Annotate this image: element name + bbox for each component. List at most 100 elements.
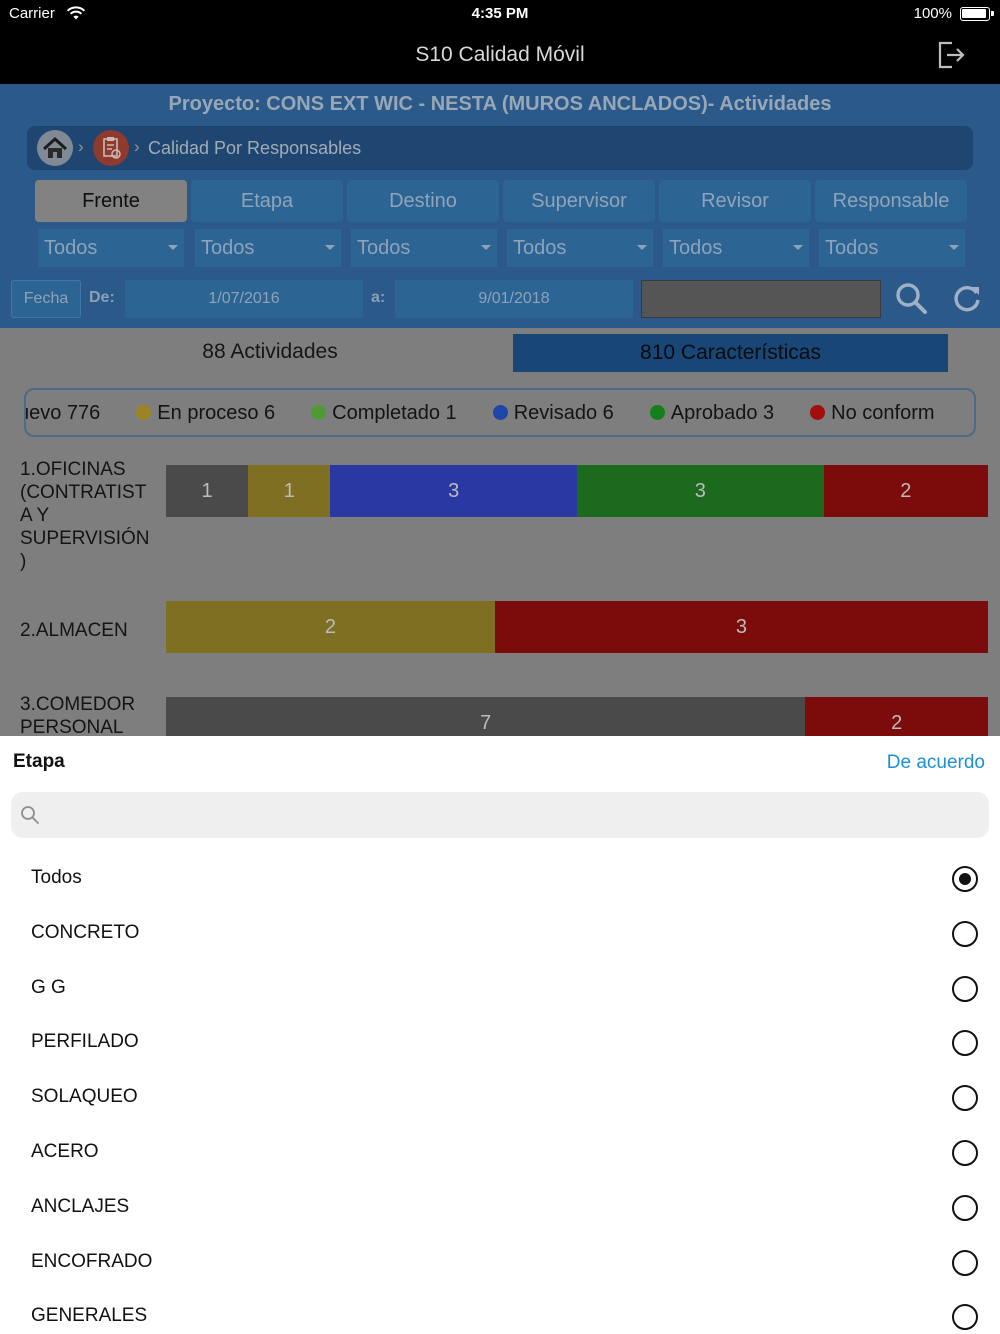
filter-responsable-select[interactable]: Todos bbox=[819, 229, 965, 267]
legend-track: uevo 776 En proceso 6 Completado 1 Revisado… bbox=[26, 402, 971, 425]
picker-option[interactable]: G G bbox=[0, 962, 1000, 1017]
chart-segment-value: 3 bbox=[694, 479, 706, 502]
picker-option-label: ANCLAJES bbox=[31, 1195, 130, 1217]
radio-button-icon[interactable] bbox=[952, 866, 978, 892]
refresh-icon[interactable] bbox=[951, 283, 983, 320]
picker-option-label: CONCRETO bbox=[31, 921, 140, 943]
filter-supervisor-select[interactable]: Todos bbox=[507, 229, 653, 267]
picker-option[interactable]: GENERALES bbox=[0, 1290, 1000, 1334]
chart-segment-value: 2 bbox=[900, 479, 912, 502]
radio-button-icon[interactable] bbox=[952, 975, 978, 1002]
chart-segment-value: 2 bbox=[891, 711, 903, 734]
picker-option[interactable]: CONCRETO bbox=[0, 907, 1000, 962]
filter-value: Todos bbox=[44, 237, 98, 259]
chart-bar-segment[interactable]: 3 bbox=[330, 465, 577, 517]
caret-down-icon bbox=[793, 245, 803, 250]
legend-label: Revisado 6 bbox=[513, 402, 614, 424]
breadcrumb: › › Calidad Por Responsables bbox=[27, 126, 973, 170]
legend-dot bbox=[311, 405, 327, 420]
radio-button-icon[interactable] bbox=[952, 1140, 978, 1166]
filter-value: Todos bbox=[201, 237, 255, 259]
radio-button-icon[interactable] bbox=[952, 1194, 978, 1221]
filter-revisor-select[interactable]: Todos bbox=[663, 229, 809, 267]
date-from-field[interactable]: 1/07/2016 bbox=[125, 280, 363, 318]
picker-option[interactable]: ENCOFRADO bbox=[0, 1236, 1000, 1291]
done-button[interactable]: De acuerdo bbox=[887, 752, 985, 774]
legend-item: No conform bbox=[810, 402, 935, 425]
filter-value: Todos bbox=[669, 237, 723, 259]
filter-etapa-select[interactable]: Todos bbox=[195, 229, 341, 267]
picker-title: Etapa bbox=[13, 751, 65, 772]
chart-segment-value: 7 bbox=[480, 711, 492, 734]
caret-down-icon bbox=[637, 245, 647, 250]
tab-supervisor[interactable]: Supervisor bbox=[503, 180, 655, 222]
chevron-right-icon: › bbox=[134, 137, 140, 156]
caret-down-icon bbox=[168, 245, 178, 250]
chart-bar-segment[interactable]: 2 bbox=[805, 697, 988, 736]
search-icon[interactable] bbox=[894, 281, 928, 320]
chevron-right-icon: › bbox=[78, 137, 84, 156]
home-icon[interactable] bbox=[37, 130, 73, 166]
tab-revisor[interactable]: Revisor bbox=[659, 180, 811, 222]
chart-bar-segment[interactable]: 3 bbox=[494, 601, 988, 653]
status-legend: uevo 776 En proceso 6 Completado 1 Revisado… bbox=[24, 388, 976, 437]
app-content: Proyecto: CONS EXT WIC - NESTA (MUROS AN… bbox=[0, 84, 1000, 736]
legend-label: En proceso 6 bbox=[157, 402, 276, 424]
legend-item: Aprobado 3 bbox=[649, 402, 774, 425]
search-icon bbox=[20, 805, 40, 830]
battery-percentage: 100% bbox=[913, 5, 952, 22]
legend-label: No conform bbox=[831, 402, 935, 424]
date-filter-button[interactable]: Fecha bbox=[11, 280, 81, 318]
chart-bar-segment[interactable]: 2 bbox=[166, 601, 495, 653]
caret-down-icon bbox=[949, 245, 959, 250]
quality-clipboard-icon[interactable] bbox=[93, 130, 129, 166]
chart-bar-segment[interactable]: 3 bbox=[576, 465, 824, 517]
chart-bar[interactable]: 23 bbox=[166, 601, 988, 653]
chart-segment-value: 1 bbox=[283, 479, 295, 502]
chart-row-label: 2.ALMACEN bbox=[20, 620, 128, 641]
picker-option[interactable]: PERFILADO bbox=[0, 1016, 1000, 1071]
radio-button-icon[interactable] bbox=[952, 920, 978, 947]
radio-button-icon[interactable] bbox=[952, 1085, 978, 1112]
legend-dot bbox=[136, 405, 152, 420]
filter-value: Todos bbox=[513, 237, 567, 259]
picker-option[interactable]: Todos bbox=[0, 852, 1000, 907]
legend-dot bbox=[649, 405, 665, 420]
picker-option[interactable]: ANCLAJES bbox=[0, 1181, 1000, 1236]
chart-bar-segment[interactable]: 2 bbox=[823, 465, 988, 517]
date-to-field[interactable]: 9/01/2018 bbox=[395, 280, 633, 318]
tab-etapa[interactable]: Etapa bbox=[191, 180, 343, 222]
filter-frente-select[interactable]: Todos bbox=[38, 229, 184, 267]
app-title: S10 Calidad Móvil bbox=[415, 43, 585, 66]
chart-segment-value: 1 bbox=[201, 479, 213, 502]
tab-responsable[interactable]: Responsable bbox=[815, 180, 967, 222]
breadcrumb-current: Calidad Por Responsables bbox=[148, 138, 362, 158]
picker-option[interactable]: ACERO bbox=[0, 1126, 1000, 1181]
filter-destino-select[interactable]: Todos bbox=[351, 229, 497, 267]
date-from-label: De: bbox=[89, 289, 115, 306]
chart-bar[interactable]: 1 1 3 3 2 bbox=[166, 465, 988, 517]
logout-icon[interactable] bbox=[936, 40, 966, 75]
characteristics-count-button[interactable]: 810 Características bbox=[513, 334, 948, 372]
legend-item: uevo 776 bbox=[26, 402, 100, 425]
legend-dot bbox=[492, 405, 508, 420]
chart-bar[interactable]: 72 bbox=[166, 697, 988, 736]
picker-option[interactable]: SOLAQUEO bbox=[0, 1071, 1000, 1126]
radio-button-icon[interactable] bbox=[952, 1304, 978, 1331]
picker-search-input[interactable] bbox=[11, 792, 989, 838]
filter-value: Todos bbox=[825, 237, 879, 259]
tab-destino[interactable]: Destino bbox=[347, 180, 499, 222]
picker-option-label: Todos bbox=[31, 867, 82, 888]
chart-bar-segment[interactable]: 7 bbox=[166, 697, 806, 736]
radio-button-icon[interactable] bbox=[952, 1030, 978, 1057]
picker-option-label: ENCOFRADO bbox=[31, 1250, 153, 1272]
chart-bar-segment[interactable]: 1 bbox=[248, 465, 331, 517]
tab-frente[interactable]: Frente bbox=[35, 180, 187, 222]
text-search-field[interactable] bbox=[641, 280, 881, 318]
radio-button-icon[interactable] bbox=[952, 1249, 978, 1276]
activities-count[interactable]: 88 Actividades bbox=[30, 340, 510, 364]
filter-value: Todos bbox=[357, 237, 411, 259]
picker-option-label: ACERO bbox=[31, 1141, 99, 1162]
chart-bar-segment[interactable]: 1 bbox=[166, 465, 249, 517]
chart-segment-value: 3 bbox=[448, 479, 460, 502]
